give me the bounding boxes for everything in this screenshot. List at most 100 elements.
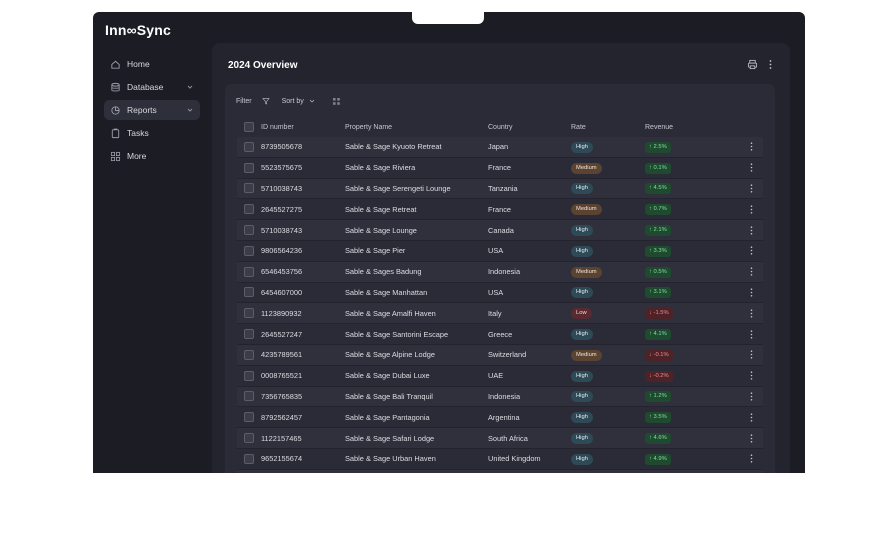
row-checkbox[interactable] [244,329,254,340]
revenue-badge: ↑ 3.5% [645,412,671,424]
column-header-property-name[interactable]: Property Name [345,124,488,131]
row-menu-icon[interactable] [750,454,753,463]
row-checkbox[interactable] [244,453,254,464]
table-row[interactable]: 5710038743 Sable & Sage Serengeti Lounge T… [237,178,763,200]
sidebar-item-label: More [127,151,147,161]
row-checkbox[interactable] [244,370,254,381]
rate-badge: Medium [571,162,602,174]
row-checkbox[interactable] [244,245,254,256]
table-row[interactable]: 6546453756 Sable & Sages Badung Indonesia M… [237,261,763,283]
table-row[interactable]: 2645527275 Sable & Sage Retreat France Medi… [237,199,763,221]
cell-country: Argentina [488,412,520,422]
table-row[interactable]: 4235789561 Sable & Sage Alpine Lodge Switz… [237,344,763,366]
view-toggle-button[interactable] [325,95,344,107]
sidebar-item-home[interactable]: Home [104,54,200,74]
row-checkbox[interactable] [244,266,254,277]
rate-badge: Medium [571,349,602,361]
rate-badge: High [571,183,593,195]
sort-button[interactable]: Sort by [279,95,319,107]
cell-country: USA [488,246,504,256]
cell-id: 9806564236 [261,246,303,256]
rate-badge: High [571,225,593,237]
cell-id: 6546453756 [261,267,303,277]
revenue-badge: ↑ 0.1% [645,162,671,174]
cell-id: 9652155674 [261,454,303,464]
table-row[interactable]: 8792562457 Sable & Sage Pantagonia Argenti… [237,407,763,429]
cell-id: 5710038743 [261,183,303,193]
cell-country: Japan [488,142,509,152]
rate-badge: Low [571,308,592,320]
table-row[interactable]: 6454607000 Sable & Sage Manhattan USA High ↑… [237,282,763,304]
row-menu-icon[interactable] [750,413,753,422]
cell-property-name: Sable & Sage Alpine Lodge [345,350,435,360]
sidebar-item-database[interactable]: Database [104,77,200,97]
table-row[interactable]: 5710038743 Sable & Sage Lounge Canada High ↑… [237,220,763,241]
row-checkbox[interactable] [244,183,254,194]
window-notch [412,12,484,24]
row-checkbox[interactable] [244,349,254,360]
sidebar-item-more[interactable]: More [104,146,200,166]
sidebar-item-reports[interactable]: Reports [104,100,200,120]
cell-country: Indonesia [488,267,521,277]
sidebar-item-tasks[interactable]: Tasks [104,123,200,143]
select-all-checkbox[interactable] [244,122,254,132]
row-menu-icon[interactable] [750,288,753,297]
row-checkbox[interactable] [244,204,254,215]
cell-id: 6454607000 [261,287,303,297]
row-checkbox[interactable] [244,308,254,319]
cell-property-name: Sable & Sage Serengeti Lounge [345,183,451,193]
rate-badge: Medium [571,266,602,278]
row-menu-icon[interactable] [750,225,753,235]
table-row[interactable]: 1122157465 Sable & Sage Safari Lodge South… [237,428,763,449]
column-header-country[interactable]: Country [488,124,571,131]
sidebar-item-label: Tasks [127,128,149,138]
row-checkbox[interactable] [244,287,254,298]
row-menu-icon[interactable] [750,142,753,151]
row-checkbox[interactable] [244,225,254,236]
table-row[interactable]: 0008765521 Sable & Sage Dubai Luxe UAE High… [237,365,763,387]
row-menu-icon[interactable] [750,371,753,380]
cell-country: Canada [488,225,514,235]
cell-property-name: Sable & Sage Manhattan [345,287,428,297]
row-menu-icon[interactable] [750,184,753,193]
row-checkbox[interactable] [244,141,254,152]
row-menu-icon[interactable] [750,433,753,443]
table-row[interactable]: 7356765835 Sable & Sage Bali Tranquil Indo… [237,386,763,408]
column-header-rate[interactable]: Rate [571,124,645,131]
table-row[interactable]: 9806564236 Sable & Sage Pier USA High ↑ 3.3% [237,240,763,262]
row-menu-icon[interactable] [750,205,753,214]
more-vertical-icon[interactable] [768,59,773,70]
print-icon[interactable] [747,59,758,70]
cell-property-name: Sable & Sage Dubai Luxe [345,371,430,381]
cell-id: 1122157465 [261,433,302,443]
table-row[interactable]: 8739505678 Sable & Sage Kyuoto Retreat Jap… [237,137,763,158]
row-checkbox[interactable] [244,162,254,173]
cell-property-name: Sable & Sage Riviera [345,163,416,173]
table-row[interactable]: 4683765867Sable & Sage Desert OasisUAELo… [237,469,763,473]
cell-id: 5710038743 [261,225,303,235]
column-header-revenue[interactable]: Revenue [645,124,740,131]
row-menu-icon[interactable] [750,329,753,339]
filter-button[interactable]: Filter [233,95,273,107]
table-row[interactable]: 1123890932 Sable & Sage Amalfi Haven Italy… [237,303,763,325]
rate-badge: High [571,245,593,257]
revenue-badge: ↑ 3.3% [645,245,671,257]
cell-property-name: Sable & Sage Pantagonia [345,412,430,422]
row-checkbox[interactable] [244,433,254,444]
row-menu-icon[interactable] [750,392,753,401]
table-row[interactable]: 9652155674 Sable & Sage Urban Haven United… [237,448,763,470]
sidebar-item-label: Reports [127,105,157,115]
row-menu-icon[interactable] [750,350,753,359]
table-row[interactable]: 2645527247 Sable & Sage Santorini Escape G… [237,324,763,345]
row-checkbox[interactable] [244,412,254,423]
rate-badge: High [571,287,593,299]
row-menu-icon[interactable] [750,163,753,172]
column-header-id[interactable]: ID number [261,124,345,131]
row-menu-icon[interactable] [750,309,753,318]
table-row[interactable]: 5523575675 Sable & Sage Riviera France Medi… [237,157,763,179]
row-menu-icon[interactable] [750,267,753,276]
app-window: Inn∞Sync Home Database Reports Tasks Mor… [93,12,805,473]
row-checkbox[interactable] [244,391,254,402]
cell-property-name: Sable & Sage Kyuoto Retreat [345,142,442,152]
row-menu-icon[interactable] [750,246,753,255]
